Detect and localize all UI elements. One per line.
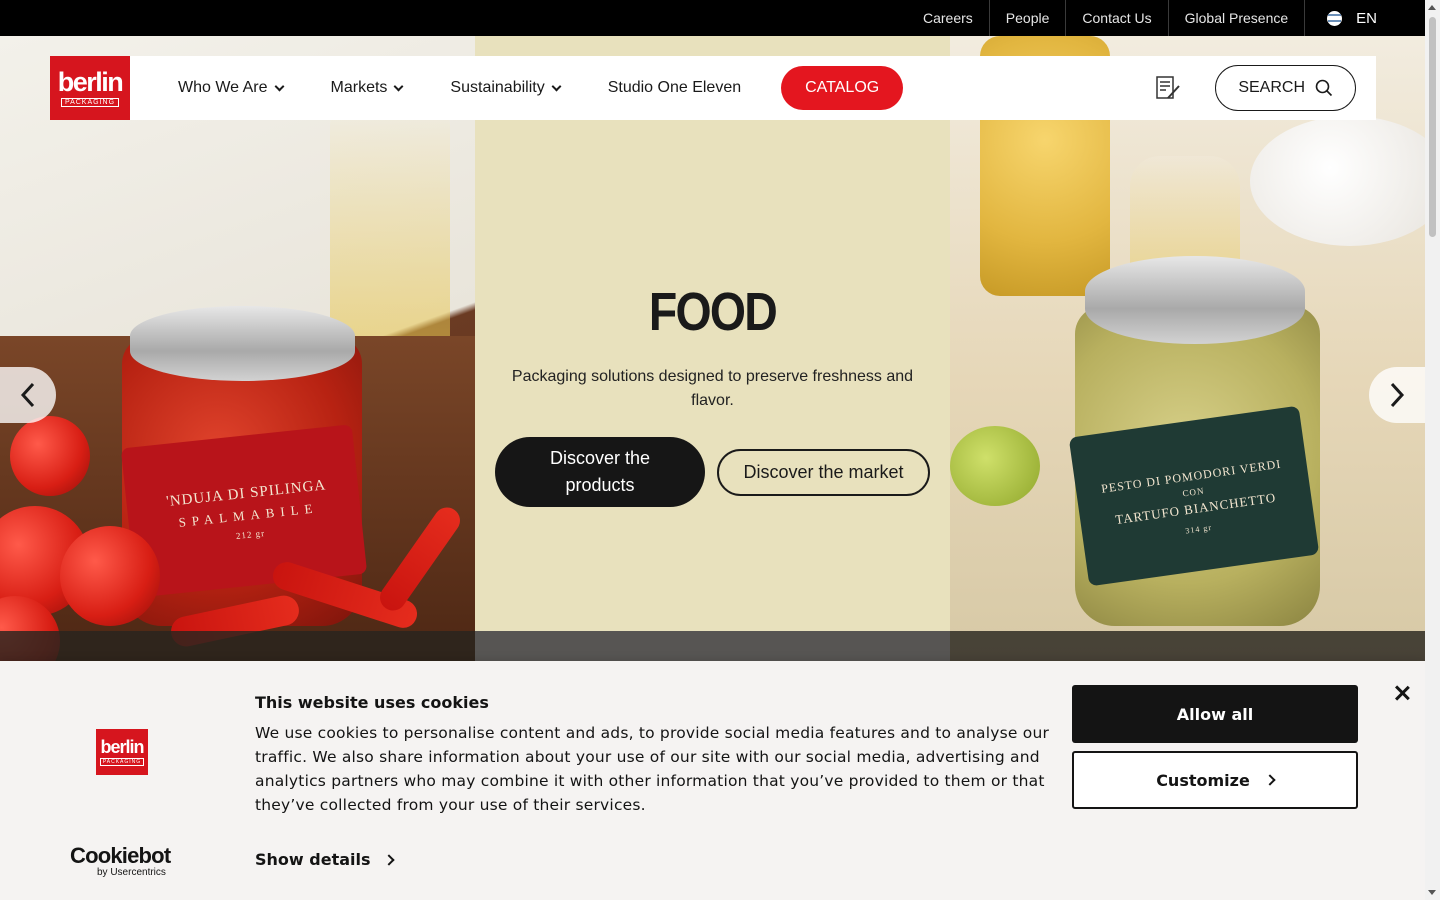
nav-item-label: Studio One Eleven bbox=[607, 79, 742, 96]
show-details-link[interactable]: Show details bbox=[255, 850, 395, 869]
chevron-down-icon bbox=[551, 81, 562, 91]
hero-carousel: 'NDUJA DI SPILINGA SPALMABILE 212 gr PES… bbox=[0, 36, 1425, 661]
people-link[interactable]: People bbox=[990, 0, 1067, 36]
page-scrollbar[interactable] bbox=[1425, 0, 1440, 900]
scroll-thumb[interactable] bbox=[1429, 17, 1436, 237]
customize-label: Customize bbox=[1156, 770, 1250, 790]
hero-bottom-strip-right bbox=[950, 631, 1425, 661]
nav-item-sustainability[interactable]: Sustainability bbox=[450, 79, 562, 97]
scroll-down-icon[interactable] bbox=[1428, 890, 1436, 895]
cookie-title: This website uses cookies bbox=[255, 693, 489, 712]
cookiebot-name: Cookiebot bbox=[70, 843, 171, 868]
nav-item-studio-one-eleven[interactable]: Studio One Eleven bbox=[608, 79, 741, 97]
search-icon bbox=[1315, 79, 1333, 97]
cookie-banner-logo: berlin PACKAGING bbox=[96, 729, 148, 775]
hero-image-left: 'NDUJA DI SPILINGA SPALMABILE 212 gr bbox=[0, 36, 475, 661]
nav-item-label: Markets bbox=[330, 79, 388, 96]
chevron-right-icon bbox=[1390, 382, 1405, 408]
hero-bottom-strip-left bbox=[0, 631, 475, 661]
nav-item-label: Sustainability bbox=[450, 79, 545, 96]
carousel-next-button[interactable] bbox=[1369, 367, 1425, 423]
chevron-right-icon bbox=[382, 853, 395, 866]
discover-market-button[interactable]: Discover the market bbox=[717, 449, 930, 496]
global-presence-link[interactable]: Global Presence bbox=[1169, 0, 1306, 36]
allow-all-button[interactable]: Allow all bbox=[1072, 685, 1358, 743]
hero-text-panel bbox=[475, 36, 950, 661]
hero-description: Packaging solutions designed to preserve… bbox=[511, 368, 914, 409]
hero-bottom-strip bbox=[475, 631, 950, 661]
show-details-label: Show details bbox=[255, 850, 371, 869]
cookie-banner: berlin PACKAGING Cookiebot by Usercentri… bbox=[0, 661, 1425, 900]
customize-button[interactable]: Customize bbox=[1072, 751, 1358, 809]
jar-lid-image bbox=[130, 306, 355, 381]
chevron-left-icon bbox=[20, 382, 35, 408]
logo-subtitle: PACKAGING bbox=[99, 758, 145, 766]
nav-item-markets[interactable]: Markets bbox=[330, 79, 404, 97]
hero-title: FOOD bbox=[648, 282, 778, 342]
search-label: SEARCH bbox=[1238, 79, 1305, 96]
main-nav: berlin PACKAGING Who We Are Markets Sust… bbox=[50, 56, 1376, 120]
logo-subtitle: PACKAGING bbox=[60, 98, 120, 107]
discover-products-button[interactable]: Discover the products bbox=[495, 437, 705, 507]
flag-icon bbox=[1327, 10, 1343, 26]
chevron-right-icon bbox=[1264, 774, 1276, 786]
utility-bar: Careers People Contact Us Global Presenc… bbox=[0, 0, 1425, 36]
nav-items: Who We Are Markets Sustainability Studio… bbox=[178, 66, 904, 110]
jar-lid-image bbox=[1085, 256, 1305, 344]
cookie-description: We use cookies to personalise content an… bbox=[255, 724, 1050, 814]
quote-request-icon[interactable] bbox=[1155, 75, 1181, 101]
jar-label-right: PESTO DI POMODORI VERDI CON TARTUFO BIAN… bbox=[1068, 405, 1320, 587]
logo-wordmark: berlin bbox=[57, 67, 124, 97]
nav-item-label: Who We Are bbox=[178, 79, 268, 96]
nav-item-who-we-are[interactable]: Who We Are bbox=[178, 79, 284, 97]
green-tomato-image bbox=[950, 426, 1040, 506]
close-icon[interactable] bbox=[1392, 683, 1412, 703]
catalog-button[interactable]: CATALOG bbox=[781, 66, 904, 110]
hero-image-right: PESTO DI POMODORI VERDI CON TARTUFO BIAN… bbox=[950, 36, 1425, 661]
search-button[interactable]: SEARCH bbox=[1215, 65, 1356, 111]
carousel-prev-button[interactable] bbox=[0, 367, 56, 423]
contact-us-link[interactable]: Contact Us bbox=[1066, 0, 1169, 36]
bowl-image bbox=[1250, 116, 1425, 246]
cookiebot-logo: Cookiebot by Usercentrics bbox=[70, 843, 171, 879]
cookiebot-by: by Usercentrics bbox=[97, 867, 166, 878]
nav-right: SEARCH bbox=[1155, 65, 1356, 111]
scroll-up-icon[interactable] bbox=[1428, 5, 1436, 10]
language-switcher[interactable]: EN bbox=[1305, 10, 1377, 27]
tomato-image bbox=[10, 416, 90, 496]
tomato-image bbox=[60, 526, 160, 626]
careers-link[interactable]: Careers bbox=[907, 0, 990, 36]
logo-wordmark: berlin bbox=[100, 737, 144, 757]
chevron-down-icon bbox=[274, 81, 284, 91]
berlin-packaging-logo[interactable]: berlin PACKAGING bbox=[50, 56, 130, 120]
chevron-down-icon bbox=[393, 81, 404, 91]
language-label: EN bbox=[1356, 9, 1377, 27]
